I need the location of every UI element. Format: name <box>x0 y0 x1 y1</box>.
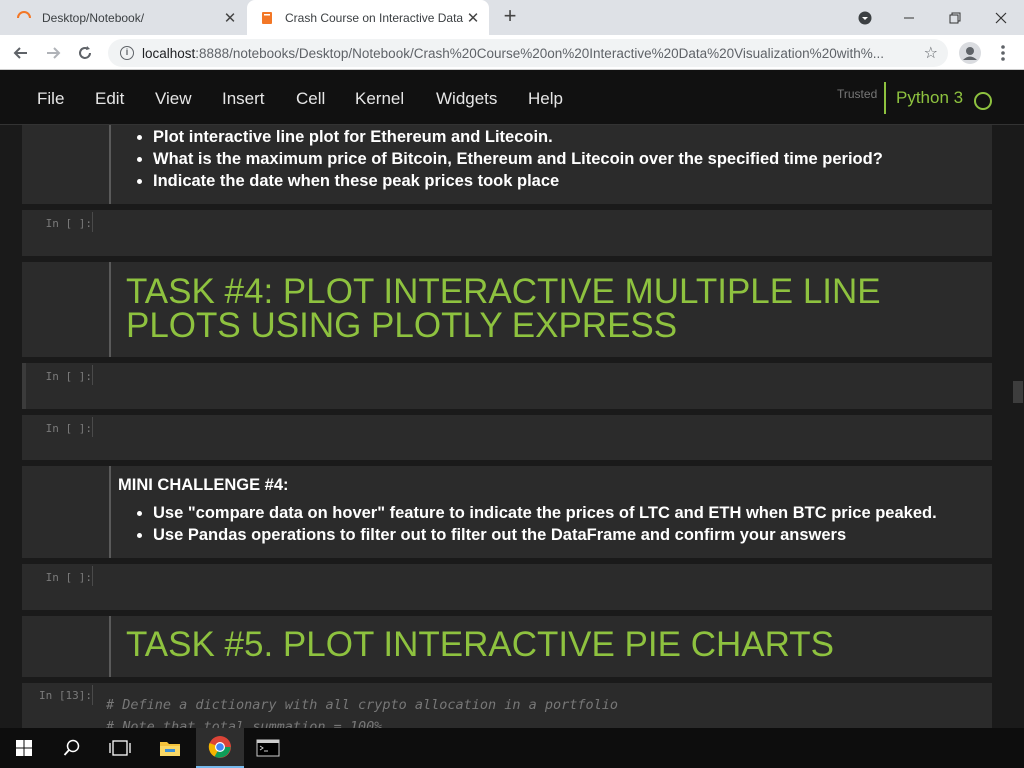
search-icon[interactable] <box>48 728 96 768</box>
close-tab-icon[interactable]: ✕ <box>465 9 481 27</box>
menu-cell[interactable]: Cell <box>296 89 325 109</box>
code-comment: # Note that total summation = 100% <box>106 719 383 728</box>
jupyter-menubar: File Edit View Insert Cell Kernel Widget… <box>0 71 1024 125</box>
input-prompt: In [13]: <box>39 689 92 702</box>
windows-start-icon[interactable] <box>0 728 48 768</box>
code-input-border <box>92 417 93 437</box>
menu-edit[interactable]: Edit <box>95 89 124 109</box>
list-item: Use Pandas operations to filter out to f… <box>153 524 937 546</box>
windows-taskbar <box>0 728 1024 768</box>
markdown-cell[interactable]: Plot interactive line plot for Ethereum … <box>22 125 992 204</box>
forward-arrow-icon[interactable] <box>40 40 66 66</box>
notebook-container: Plot interactive line plot for Ethereum … <box>0 125 1024 728</box>
menu-file[interactable]: File <box>37 89 64 109</box>
list-item: Use "compare data on hover" feature to i… <box>153 502 937 524</box>
close-window-icon[interactable] <box>984 0 1018 35</box>
url-host: localhost <box>142 45 196 61</box>
cell-border <box>109 466 111 558</box>
markdown-cell[interactable]: TASK #4: PLOT INTERACTIVE MULTIPLE LINE … <box>22 262 992 357</box>
kernel-name[interactable]: Python 3 <box>896 88 963 108</box>
loading-spinner-icon <box>16 10 32 26</box>
input-prompt: In [ ]: <box>45 217 92 230</box>
browser-toolbar: i localhost:8888/notebooks/Desktop/Noteb… <box>0 35 1024 70</box>
cell-border <box>109 616 111 677</box>
code-cell[interactable]: In [ ]: <box>22 210 992 256</box>
address-bar[interactable]: i localhost:8888/notebooks/Desktop/Noteb… <box>108 39 948 67</box>
task5-heading: TASK #5. PLOT INTERACTIVE PIE CHARTS <box>126 625 834 664</box>
markdown-cell[interactable]: TASK #5. PLOT INTERACTIVE PIE CHARTS <box>22 616 992 677</box>
input-prompt: In [ ]: <box>45 422 92 435</box>
heading-line: TASK #4: PLOT INTERACTIVE MULTIPLE LINE <box>126 272 881 311</box>
task4-heading: TASK #4: PLOT INTERACTIVE MULTIPLE LINE … <box>126 272 881 345</box>
code-input-border <box>92 566 93 586</box>
profile-menu-icon[interactable] <box>852 0 878 35</box>
bullet-list: Use "compare data on hover" feature to i… <box>153 502 937 546</box>
code-cell[interactable]: In [13]: # Define a dictionary with all … <box>22 683 992 728</box>
bookmark-star-icon[interactable]: ☆ <box>924 43 938 63</box>
new-tab-icon[interactable]: + <box>500 5 520 29</box>
input-prompt: In [ ]: <box>45 571 92 584</box>
close-tab-icon[interactable]: ✕ <box>222 9 238 27</box>
kernel-separator <box>884 82 886 114</box>
back-arrow-icon[interactable] <box>8 40 34 66</box>
chrome-taskbar-icon[interactable] <box>196 728 244 768</box>
task-view-icon[interactable] <box>96 728 144 768</box>
reload-icon[interactable] <box>72 40 98 66</box>
menu-help[interactable]: Help <box>528 89 563 109</box>
bullet-list: Plot interactive line plot for Ethereum … <box>153 126 883 192</box>
input-prompt: In [ ]: <box>45 370 92 383</box>
code-cell[interactable]: In [ ]: <box>22 564 992 610</box>
file-explorer-icon[interactable] <box>146 728 194 768</box>
heading-line: PLOTS USING PLOTLY EXPRESS <box>126 306 678 345</box>
notebook-scrollbar[interactable] <box>1012 125 1024 728</box>
browser-menu-icon[interactable] <box>990 40 1016 66</box>
menu-insert[interactable]: Insert <box>222 89 265 109</box>
cell-border <box>109 262 111 357</box>
list-item: Plot interactive line plot for Ethereum … <box>153 126 883 148</box>
notebook-icon <box>259 10 275 26</box>
code-cell[interactable]: In [ ]: <box>22 415 992 460</box>
code-input-border <box>92 365 93 385</box>
mini-challenge-title: MINI CHALLENGE #4: <box>118 476 289 494</box>
kernel-idle-icon <box>974 92 992 110</box>
tab-title: Desktop/Notebook/ <box>42 10 145 25</box>
code-cell-selected[interactable]: In [ ]: <box>22 363 992 409</box>
menu-widgets[interactable]: Widgets <box>436 89 497 109</box>
scrollbar-thumb[interactable] <box>1013 381 1023 403</box>
account-avatar-icon[interactable] <box>957 40 983 66</box>
code-input-border <box>92 212 93 232</box>
markdown-cell[interactable]: MINI CHALLENGE #4: Use "compare data on … <box>22 466 992 558</box>
tab-desktop-notebook[interactable]: Desktop/Notebook/ ✕ <box>0 0 246 35</box>
menu-kernel[interactable]: Kernel <box>355 89 404 109</box>
list-item: Indicate the date when these peak prices… <box>153 170 883 192</box>
list-item: What is the maximum price of Bitcoin, Et… <box>153 148 883 170</box>
trusted-indicator[interactable]: Trusted <box>837 87 877 101</box>
site-info-icon[interactable]: i <box>120 46 134 60</box>
tab-title: Crash Course on Interactive Data <box>285 10 464 25</box>
terminal-icon[interactable] <box>244 728 292 768</box>
code-comment: # Define a dictionary with all crypto al… <box>106 697 619 713</box>
cell-border <box>109 125 111 204</box>
restore-icon[interactable] <box>940 0 970 35</box>
browser-tabstrip: Desktop/Notebook/ ✕ Crash Course on Inte… <box>0 0 1024 35</box>
url-path: :8888/notebooks/Desktop/Notebook/Crash%2… <box>195 45 884 61</box>
minimize-icon[interactable] <box>894 0 924 35</box>
code-input-border <box>92 685 93 705</box>
menu-view[interactable]: View <box>155 89 192 109</box>
tab-crash-course[interactable]: Crash Course on Interactive Data ✕ <box>247 0 489 35</box>
